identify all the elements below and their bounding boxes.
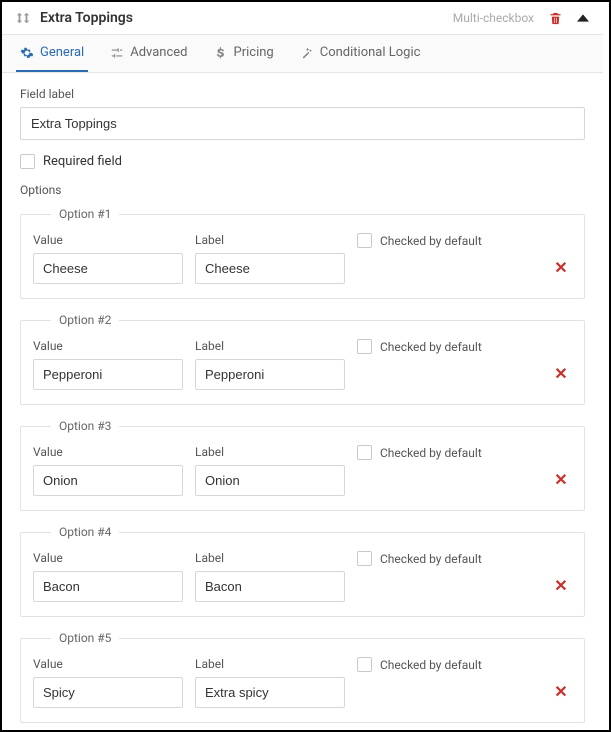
option-value-label: Value xyxy=(33,339,183,353)
dollar-icon xyxy=(214,46,228,60)
remove-option-button[interactable]: ✕ xyxy=(554,578,567,602)
option-group: Option #5 Value Label Checked by default… xyxy=(20,631,585,723)
option-checked-default-label: Checked by default xyxy=(380,446,482,460)
option-label-input[interactable] xyxy=(195,465,345,496)
option-checked-default-checkbox[interactable] xyxy=(357,339,372,354)
tab-label: Advanced xyxy=(130,45,187,60)
tab-label: Pricing xyxy=(234,45,274,60)
option-checked-default-checkbox[interactable] xyxy=(357,551,372,566)
option-checked-default-checkbox[interactable] xyxy=(357,233,372,248)
options-heading: Options xyxy=(20,183,585,197)
option-checked-default-label: Checked by default xyxy=(380,340,482,354)
option-legend: Option #4 xyxy=(51,525,119,539)
option-label-input[interactable] xyxy=(195,677,345,708)
drag-handle-icon[interactable] xyxy=(16,11,30,25)
tabs-bar: General Advanced Pricing Conditional Log… xyxy=(2,35,603,73)
delete-field-button[interactable] xyxy=(548,11,563,26)
field-label-input[interactable] xyxy=(20,107,585,140)
sliders-icon xyxy=(110,46,124,60)
option-legend: Option #2 xyxy=(51,313,119,327)
tab-pricing[interactable]: Pricing xyxy=(210,35,278,72)
field-type-label: Multi-checkbox xyxy=(453,11,534,25)
tab-general[interactable]: General xyxy=(16,35,88,72)
wand-icon xyxy=(300,46,314,60)
option-label-label: Label xyxy=(195,657,345,671)
tab-label: Conditional Logic xyxy=(320,45,421,60)
option-label-input[interactable] xyxy=(195,571,345,602)
option-checked-default-checkbox[interactable] xyxy=(357,445,372,460)
option-value-input[interactable] xyxy=(33,677,183,708)
field-label-heading: Field label xyxy=(20,87,585,101)
option-group: Option #4 Value Label Checked by default… xyxy=(20,525,585,617)
option-label-label: Label xyxy=(195,339,345,353)
option-checked-default-label: Checked by default xyxy=(380,234,482,248)
tab-conditional-logic[interactable]: Conditional Logic xyxy=(296,35,425,72)
panel-header: Extra Toppings Multi-checkbox xyxy=(2,2,603,35)
option-value-label: Value xyxy=(33,445,183,459)
option-value-input[interactable] xyxy=(33,571,183,602)
option-checked-default-label: Checked by default xyxy=(380,552,482,566)
option-value-input[interactable] xyxy=(33,359,183,390)
tab-advanced[interactable]: Advanced xyxy=(106,35,191,72)
remove-option-button[interactable]: ✕ xyxy=(554,684,567,708)
required-field-label: Required field xyxy=(43,154,122,169)
remove-option-button[interactable]: ✕ xyxy=(554,260,567,284)
option-label-label: Label xyxy=(195,445,345,459)
option-group: Option #3 Value Label Checked by default… xyxy=(20,419,585,511)
option-legend: Option #5 xyxy=(51,631,119,645)
option-value-label: Value xyxy=(33,657,183,671)
tab-label: General xyxy=(40,45,84,60)
option-checked-default-checkbox[interactable] xyxy=(357,657,372,672)
option-legend: Option #1 xyxy=(51,207,119,221)
option-value-label: Value xyxy=(33,551,183,565)
option-group: Option #2 Value Label Checked by default… xyxy=(20,313,585,405)
option-label-input[interactable] xyxy=(195,253,345,284)
option-legend: Option #3 xyxy=(51,419,119,433)
gear-icon xyxy=(20,46,34,60)
option-value-input[interactable] xyxy=(33,465,183,496)
collapse-toggle[interactable] xyxy=(577,12,589,24)
option-label-label: Label xyxy=(195,551,345,565)
option-value-input[interactable] xyxy=(33,253,183,284)
required-field-checkbox[interactable] xyxy=(20,154,35,169)
remove-option-button[interactable]: ✕ xyxy=(554,366,567,390)
option-checked-default-label: Checked by default xyxy=(380,658,482,672)
option-value-label: Value xyxy=(33,233,183,247)
option-label-input[interactable] xyxy=(195,359,345,390)
option-label-label: Label xyxy=(195,233,345,247)
field-title: Extra Toppings xyxy=(40,10,133,26)
option-group: Option #1 Value Label Checked by default… xyxy=(20,207,585,299)
remove-option-button[interactable]: ✕ xyxy=(554,472,567,496)
